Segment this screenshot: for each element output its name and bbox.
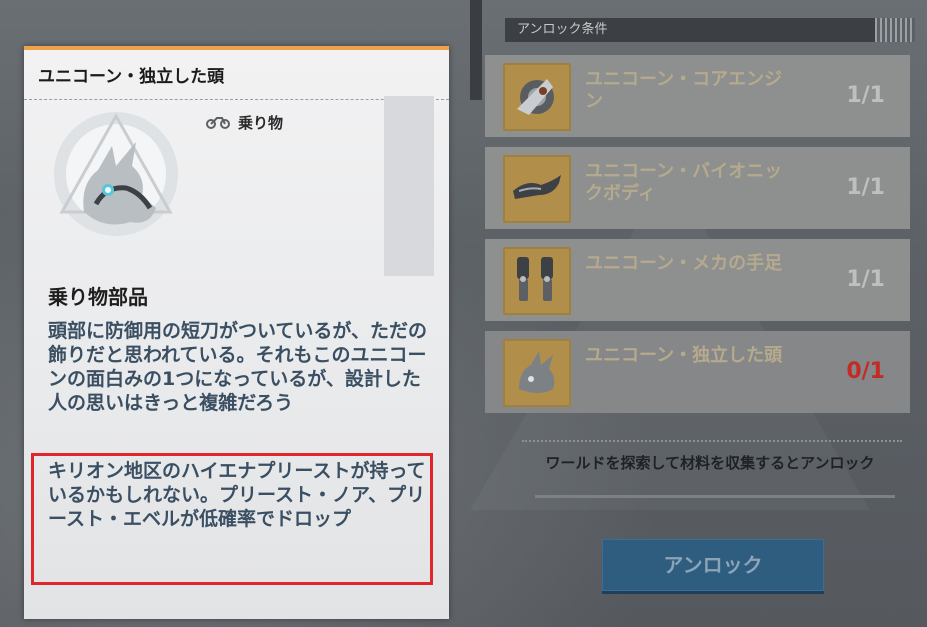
head-part-icon — [503, 339, 571, 407]
limbs-part-icon — [503, 247, 571, 315]
background-stripe-decoration — [470, 0, 482, 100]
header-hatch-decoration — [875, 18, 915, 42]
highlight-annotation-box — [31, 453, 433, 585]
requirement-name: ユニコーン・独立した頭 — [585, 345, 783, 366]
item-category: 乗り物 — [238, 114, 284, 132]
unlock-conditions-header: アンロック条件 — [505, 18, 875, 42]
requirement-name: ユニコーン・バイオニックボディ — [585, 161, 783, 204]
requirement-item[interactable]: ユニコーン・コアエンジン 1/1 — [485, 55, 910, 137]
item-description: 頭部に防御用の短刀がついているが、ただの飾りだと思われている。それもこのユニコー… — [48, 320, 428, 414]
item-title: ユニコーン・独立した頭 — [38, 67, 225, 87]
unlock-conditions-panel: アンロック条件 ユニコーン・コアエンジン 1/1 ユニコーン・バイオニックボディ… — [485, 0, 927, 627]
motorcycle-icon — [206, 114, 230, 133]
unlock-hint: ワールドを探索して材料を収集するとアンロック — [545, 454, 875, 472]
requirement-item[interactable]: ユニコーン・メカの手足 1/1 — [485, 239, 910, 321]
requirement-name: ユニコーン・メカの手足 — [585, 253, 783, 274]
section-heading: 乗り物部品 — [48, 285, 148, 309]
unlock-button[interactable]: アンロック — [602, 539, 824, 591]
hint-underline — [535, 495, 895, 498]
unicorn-head-icon — [46, 104, 186, 244]
body-part-icon — [503, 155, 571, 223]
requirement-count: 1/1 — [846, 267, 885, 292]
requirement-count: 0/1 — [846, 359, 885, 384]
card-accent-bar — [24, 46, 449, 50]
engine-part-icon — [503, 63, 571, 131]
requirement-item[interactable]: ユニコーン・バイオニックボディ 1/1 — [485, 147, 910, 229]
divider-top — [522, 440, 902, 442]
card-watermark-decoration — [384, 96, 434, 276]
requirement-list: ユニコーン・コアエンジン 1/1 ユニコーン・バイオニックボディ 1/1 ユニコ… — [485, 55, 910, 423]
requirement-name: ユニコーン・コアエンジン — [585, 69, 783, 112]
requirement-count: 1/1 — [846, 83, 885, 108]
requirement-count: 1/1 — [846, 175, 885, 200]
requirement-item[interactable]: ユニコーン・独立した頭 0/1 — [485, 331, 910, 413]
